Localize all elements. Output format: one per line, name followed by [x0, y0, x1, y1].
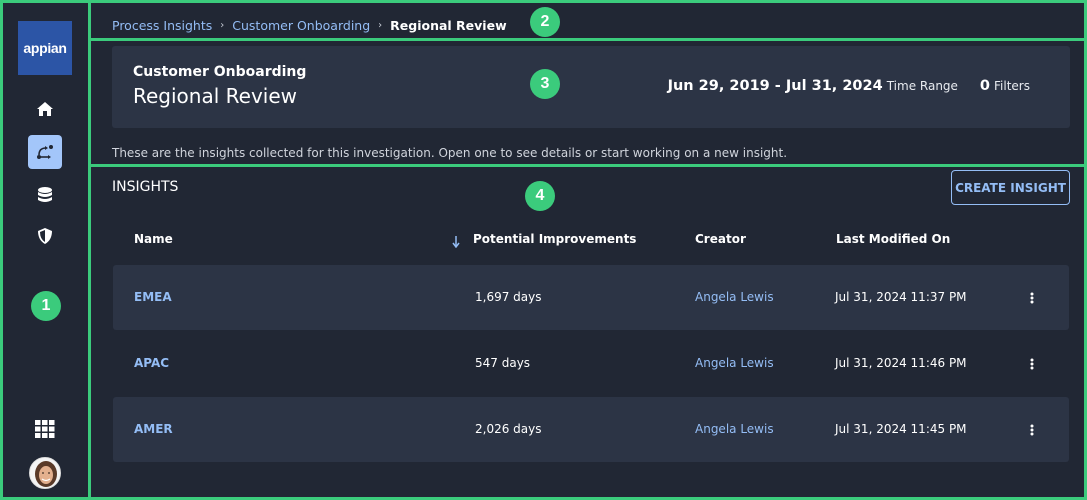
creator-link[interactable]: Angela Lewis: [695, 356, 774, 370]
appian-logo[interactable]: appian: [18, 21, 72, 75]
breadcrumb-customer-onboarding[interactable]: Customer Onboarding: [232, 18, 370, 33]
filters-label: Filters: [994, 79, 1030, 93]
date-range[interactable]: Jun 29, 2019 - Jul 31, 2024: [668, 78, 883, 94]
column-header-creator[interactable]: Creator: [695, 232, 746, 246]
potential-improvements: 1,697 days: [475, 290, 542, 304]
nav-process-insights[interactable]: [28, 135, 62, 169]
page-description: These are the insights collected for thi…: [112, 146, 788, 160]
annotation-marker: 3: [530, 69, 560, 99]
nav-home[interactable]: [28, 92, 62, 126]
more-options-icon[interactable]: [1025, 421, 1039, 439]
last-modified: Jul 31, 2024 11:46 PM: [835, 356, 967, 370]
home-icon: [37, 102, 53, 116]
column-header-modified[interactable]: Last Modified On: [836, 232, 950, 246]
grid-apps-icon: [35, 420, 55, 438]
potential-improvements: 2,026 days: [475, 422, 542, 436]
time-range-label: Time Range: [886, 79, 958, 93]
table-row[interactable]: AMER 2,026 days Angela Lewis Jul 31, 202…: [113, 397, 1069, 462]
investigation-header: Customer Onboarding Regional Review Jun …: [112, 46, 1070, 128]
insights-heading: INSIGHTS: [112, 179, 179, 195]
last-modified: Jul 31, 2024 11:37 PM: [835, 290, 967, 304]
breadcrumb-current: Regional Review: [390, 18, 507, 33]
chevron-right-icon: ›: [220, 20, 225, 31]
sidebar: appian: [0, 0, 90, 500]
creator-link[interactable]: Angela Lewis: [695, 422, 774, 436]
insight-name-link[interactable]: AMER: [134, 422, 173, 436]
annotation-marker: 4: [525, 181, 555, 211]
more-options-icon[interactable]: [1025, 289, 1039, 307]
header-meta: Jun 29, 2019 - Jul 31, 2024 Time Range 0…: [668, 78, 1030, 94]
filters-count[interactable]: 0: [980, 78, 990, 94]
page-title: Regional Review: [133, 84, 297, 108]
more-options-icon[interactable]: [1025, 355, 1039, 373]
potential-improvements: 547 days: [475, 356, 531, 370]
last-modified: Jul 31, 2024 11:45 PM: [835, 422, 967, 436]
insight-name-link[interactable]: APAC: [134, 356, 169, 370]
column-header-improvements[interactable]: Potential Improvements: [473, 232, 636, 246]
process-flow-icon: [36, 144, 54, 160]
table-row[interactable]: APAC 547 days Angela Lewis Jul 31, 2024 …: [113, 331, 1069, 396]
nav-security[interactable]: [28, 219, 62, 253]
annotation-marker: 1: [31, 291, 61, 321]
database-icon: [38, 187, 52, 203]
table-row[interactable]: EMEA 1,697 days Angela Lewis Jul 31, 202…: [113, 265, 1069, 330]
process-name: Customer Onboarding: [133, 64, 307, 80]
breadcrumb: Process Insights › Customer Onboarding ›…: [112, 18, 507, 33]
breadcrumb-process-insights[interactable]: Process Insights: [112, 18, 212, 33]
apps-launcher[interactable]: [28, 412, 62, 446]
chevron-right-icon: ›: [378, 20, 383, 31]
sort-descending-icon[interactable]: [452, 233, 460, 252]
shield-icon: [38, 228, 52, 244]
column-header-name[interactable]: Name: [134, 232, 173, 246]
insight-name-link[interactable]: EMEA: [134, 290, 172, 304]
creator-link[interactable]: Angela Lewis: [695, 290, 774, 304]
create-insight-button[interactable]: CREATE INSIGHT: [951, 170, 1070, 205]
app-root: appian Process Insights › Customer Onboa…: [0, 0, 1087, 500]
annotation-marker: 2: [530, 7, 560, 37]
user-avatar[interactable]: [29, 457, 61, 489]
nav-data[interactable]: [28, 178, 62, 212]
